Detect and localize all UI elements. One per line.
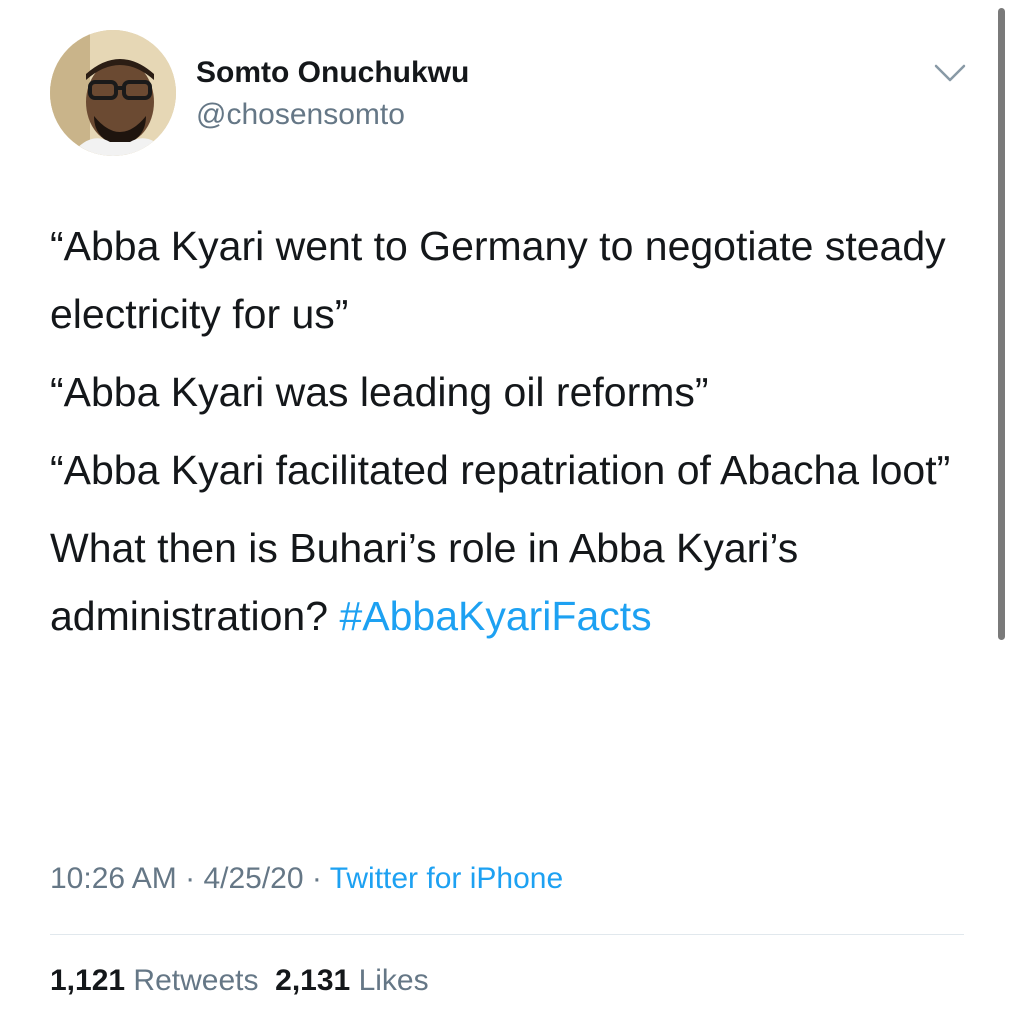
tweet-date[interactable]: 4/25/20 — [203, 862, 303, 895]
likes-stat[interactable]: 2,131 Likes — [275, 964, 428, 997]
scrollbar[interactable] — [998, 8, 1005, 640]
likes-label: Likes — [358, 964, 429, 997]
divider — [50, 934, 964, 935]
author-display-name[interactable]: Somto Onuchukwu — [196, 56, 469, 90]
hashtag-link[interactable]: #AbbaKyariFacts — [339, 593, 651, 639]
tweet-paragraph: “Abba Kyari went to Germany to negotiate… — [50, 223, 946, 337]
author-handle[interactable]: @chosensomto — [196, 98, 405, 132]
tweet-meta: 10:26 AM · 4/25/20 · Twitter for iPhone — [50, 862, 563, 896]
tweet-time: 10:26 AM — [50, 862, 177, 895]
chevron-down-icon — [934, 64, 966, 82]
avatar[interactable] — [50, 30, 176, 156]
tweet-paragraph: “Abba Kyari facilitated repatriation of … — [50, 447, 951, 493]
tweet-stats: 1,121 Retweets 2,131 Likes — [50, 964, 429, 998]
tweet-source-link[interactable]: Twitter for iPhone — [330, 862, 563, 895]
meta-separator: · — [311, 862, 322, 895]
retweets-label: Retweets — [133, 964, 259, 997]
likes-count: 2,131 — [275, 964, 351, 997]
avatar-image — [50, 30, 176, 156]
tweet-paragraph: “Abba Kyari was leading oil reforms” — [50, 369, 709, 415]
retweets-count: 1,121 — [50, 964, 126, 997]
tweet-paragraph-final: What then is Buhari’s role in Abba Kyari… — [50, 514, 980, 650]
retweets-stat[interactable]: 1,121 Retweets — [50, 964, 258, 997]
tweet-text: “Abba Kyari went to Germany to negotiate… — [50, 212, 980, 660]
meta-separator: · — [185, 862, 196, 895]
tweet-menu-button[interactable] — [930, 58, 970, 88]
